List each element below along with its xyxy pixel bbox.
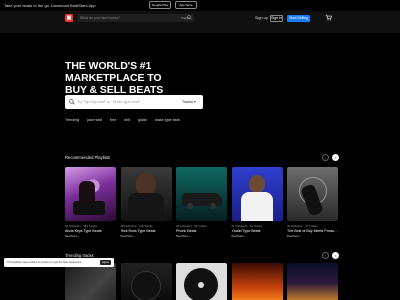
search-icon bbox=[69, 99, 75, 105]
playlist-owner[interactable]: BeatStars bbox=[287, 234, 338, 238]
playlist-row: 63 Followers · 187 Tracks Alicia Keys Ty… bbox=[65, 167, 338, 238]
hero-search-placeholder: Try "hip hop beat" or "Drake type beat" bbox=[77, 99, 141, 104]
hero-search-input[interactable]: Try "hip hop beat" or "Drake type beat" … bbox=[65, 95, 203, 109]
trending-tag[interactable]: juice wrld bbox=[87, 118, 102, 122]
playlist-card[interactable]: 48 Followers · 136 Tracks Rick Ross Type… bbox=[120, 167, 172, 238]
track-cover-image[interactable] bbox=[120, 263, 172, 300]
app-download-banner: Take your beats to the go. Download Beat… bbox=[0, 0, 400, 11]
playlist-card[interactable]: 61 Followers · 81 Tracks Khalid Type Bea… bbox=[231, 167, 283, 238]
header-search-input[interactable]: What do you need today? Tracks bbox=[77, 14, 194, 22]
cookie-agree-button[interactable]: Agree bbox=[100, 260, 111, 265]
playlist-cover-image[interactable] bbox=[287, 167, 338, 221]
playlist-cover-image[interactable] bbox=[65, 167, 116, 221]
hero-title: THE WORLD'S #1 MARKETPLACE TO BUY & SELL… bbox=[65, 60, 225, 96]
trending-tag[interactable]: drill bbox=[124, 118, 130, 122]
track-cover-image[interactable] bbox=[176, 263, 227, 300]
search-icon[interactable] bbox=[187, 15, 192, 20]
chevron-down-icon: ▾ bbox=[193, 99, 196, 104]
playlist-meta: 61 Followers · 81 Tracks bbox=[231, 224, 262, 228]
playlist-owner[interactable]: BeatStars bbox=[232, 234, 283, 238]
playlist-name[interactable]: Rick Ross Type Beats bbox=[121, 229, 172, 233]
google-play-badge[interactable]: Google Play bbox=[149, 1, 171, 9]
carousel-prev-button[interactable]: ‹ bbox=[322, 252, 329, 259]
cart-icon[interactable] bbox=[325, 14, 332, 21]
app-banner-text: Take your beats to the go. Download Beat… bbox=[4, 3, 96, 8]
trending-tag[interactable]: drake type beat bbox=[155, 118, 180, 122]
carousel-next-button[interactable]: › bbox=[332, 252, 339, 259]
header-search-placeholder: What do you need today? bbox=[80, 16, 120, 20]
playlist-cover-image[interactable] bbox=[231, 167, 283, 221]
hero-section: THE WORLD'S #1 MARKETPLACE TO BUY & SELL… bbox=[0, 33, 400, 148]
playlist-cover-image[interactable] bbox=[120, 167, 172, 221]
trending-tags: Trending juice wrld free drill guitar dr… bbox=[65, 118, 180, 122]
trending-tag[interactable]: guitar bbox=[138, 118, 147, 122]
track-cover-image[interactable] bbox=[287, 263, 338, 300]
trending-track-row bbox=[65, 263, 338, 300]
hero-title-line1: THE WORLD'S #1 MARKETPLACE TO bbox=[65, 60, 162, 84]
cookie-text: This website uses cookies to ensure you … bbox=[7, 261, 82, 264]
playlist-meta: 48 Followers · 136 Tracks bbox=[120, 224, 153, 228]
track-cover-image[interactable] bbox=[65, 263, 116, 300]
playlist-meta: 22 Followers · 59 Tracks bbox=[176, 224, 207, 228]
trending-label: Trending bbox=[65, 118, 80, 122]
trending-tag[interactable]: free bbox=[110, 118, 116, 122]
playlist-owner[interactable]: BeatStars bbox=[65, 234, 116, 238]
hero-search-category-label: Tracks bbox=[182, 99, 193, 104]
tracks-carousel-controls: ‹ › bbox=[322, 252, 339, 259]
playlist-meta: 30 Followers · 77 Tracks bbox=[287, 224, 318, 228]
playlist-card[interactable]: 22 Followers · 59 Tracks Phonk Beats Bea… bbox=[176, 167, 227, 238]
start-selling-button[interactable]: Start Selling bbox=[287, 14, 310, 22]
playlist-card[interactable]: 30 Followers · 77 Tracks The Best of Boy… bbox=[287, 167, 338, 238]
playlist-card[interactable]: 63 Followers · 187 Tracks Alicia Keys Ty… bbox=[65, 167, 116, 238]
beatstars-logo[interactable]: ▣ bbox=[65, 14, 73, 22]
cookie-banner: This website uses cookies to ensure you … bbox=[4, 258, 114, 267]
store-badges: Google Play App Store bbox=[149, 1, 197, 9]
site-header: ▣ What do you need today? Tracks Sign up… bbox=[0, 11, 400, 42]
signup-link[interactable]: Sign up bbox=[255, 16, 268, 20]
hero-search-category-select[interactable]: Tracks ▾ bbox=[182, 100, 196, 104]
playlist-meta: 63 Followers · 187 Tracks bbox=[65, 224, 98, 228]
signin-button[interactable]: Sign in bbox=[270, 14, 283, 22]
playlist-name[interactable]: Khalid Type Beats bbox=[232, 229, 283, 233]
playlist-name[interactable]: The Best of Boy Meets Producers bbox=[287, 229, 338, 233]
playlist-carousel-controls: ‹ › bbox=[322, 154, 339, 161]
playlist-owner[interactable]: BeatStars bbox=[176, 234, 227, 238]
recommended-playlists-title: Recommended Playlists bbox=[65, 155, 110, 160]
app-store-badge[interactable]: App Store bbox=[175, 1, 197, 9]
carousel-next-button[interactable]: › bbox=[332, 154, 339, 161]
playlist-name[interactable]: Alicia Keys Type Beats bbox=[65, 229, 116, 233]
playlist-owner[interactable]: BeatStars bbox=[121, 234, 172, 238]
track-cover-image[interactable] bbox=[231, 263, 283, 300]
playlist-cover-image[interactable] bbox=[176, 167, 227, 221]
carousel-prev-button[interactable]: ‹ bbox=[322, 154, 329, 161]
playlist-name[interactable]: Phonk Beats bbox=[176, 229, 227, 233]
